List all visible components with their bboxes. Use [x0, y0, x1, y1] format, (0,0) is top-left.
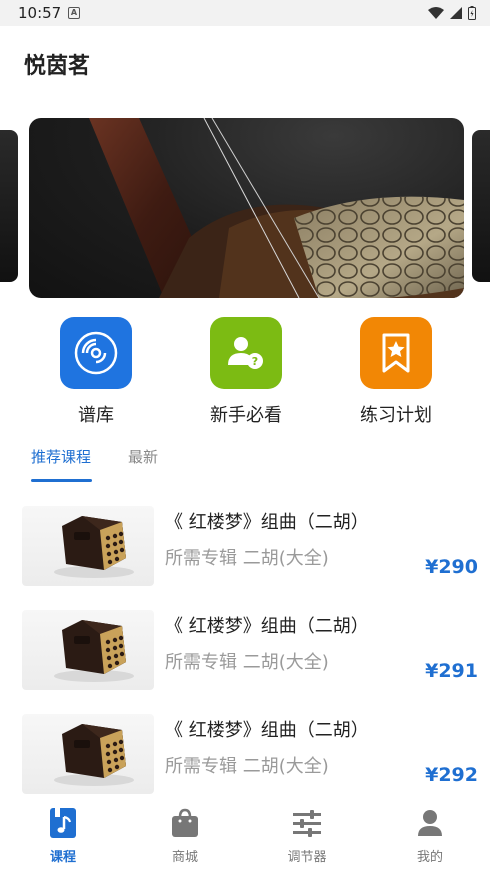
- quick-entry-beginner[interactable]: ? 新手必看: [176, 317, 316, 427]
- course-title: 《 红楼梦》组曲（二胡）: [165, 616, 369, 637]
- course-title: 《 红楼梦》组曲（二胡）: [165, 720, 369, 741]
- erhu-drum-image: [54, 724, 134, 786]
- nav-label: 我的: [416, 850, 443, 865]
- quick-entry-label: 新手必看: [210, 405, 282, 426]
- bookmark-star-icon: [360, 317, 432, 389]
- a-notification-icon: A: [68, 7, 80, 19]
- course-thumbnail: [22, 610, 154, 690]
- wifi-icon: [428, 6, 444, 19]
- erhu-banner-image: [89, 118, 464, 298]
- course-thumbnail: [22, 714, 154, 794]
- erhu-drum-image: [54, 620, 134, 682]
- course-subtitle: 所需专辑 二胡(大全): [165, 548, 329, 569]
- nav-profile[interactable]: 我的: [390, 808, 470, 865]
- sliders-icon: [292, 808, 322, 838]
- carousel-prev-slide[interactable]: [0, 130, 18, 282]
- nav-shop[interactable]: 商城: [145, 808, 225, 865]
- tab-recommended[interactable]: 推荐课程: [31, 446, 91, 467]
- course-subtitle: 所需专辑 二胡(大全): [165, 756, 329, 777]
- quick-entry-label: 谱库: [78, 405, 114, 426]
- battery-icon: [468, 6, 476, 20]
- course-price: ¥292: [425, 764, 478, 786]
- user-question-icon: ?: [210, 317, 282, 389]
- bottom-nav: 课程 商城 调节器 我的: [0, 800, 490, 871]
- nav-label: 课程: [49, 850, 76, 865]
- music-note-icon: [48, 808, 78, 838]
- course-price: ¥290: [425, 556, 478, 578]
- svg-text:?: ?: [252, 355, 258, 368]
- course-thumbnail: [22, 506, 154, 586]
- course-subtitle: 所需专辑 二胡(大全): [165, 652, 329, 673]
- nav-label: 商城: [171, 850, 198, 865]
- status-time: 10:57: [18, 4, 62, 22]
- tab-latest[interactable]: 最新: [128, 446, 158, 467]
- erhu-drum-image: [54, 516, 134, 578]
- course-price: ¥291: [425, 660, 478, 682]
- quick-entry-label: 练习计划: [360, 405, 432, 426]
- status-bar: 10:57 A: [0, 0, 490, 26]
- carousel-next-slide[interactable]: [472, 130, 490, 282]
- course-item[interactable]: 《 红楼梦》组曲（二胡） 所需专辑 二胡(大全) ¥291: [0, 610, 490, 710]
- status-icons: [428, 6, 476, 20]
- signal-icon: [450, 7, 462, 19]
- quick-entry-library[interactable]: 谱库: [26, 317, 166, 427]
- course-item[interactable]: 《 红楼梦》组曲（二胡） 所需专辑 二胡(大全) ¥290: [0, 506, 490, 606]
- nav-label: 调节器: [287, 850, 327, 865]
- course-title: 《 红楼梦》组曲（二胡）: [165, 512, 369, 533]
- nav-courses[interactable]: 课程: [23, 808, 103, 865]
- shopping-bag-icon: [170, 808, 200, 838]
- quick-entry-plan[interactable]: 练习计划: [326, 317, 466, 427]
- nav-tuner[interactable]: 调节器: [267, 808, 347, 865]
- course-item[interactable]: 《 红楼梦》组曲（二胡） 所需专辑 二胡(大全) ¥292: [0, 714, 490, 814]
- vinyl-disc-icon: [60, 317, 132, 389]
- person-icon: [415, 808, 445, 838]
- tab-active-indicator: [31, 479, 92, 482]
- banner-slide[interactable]: [29, 118, 464, 298]
- app-title: 悦茵茗: [24, 54, 91, 79]
